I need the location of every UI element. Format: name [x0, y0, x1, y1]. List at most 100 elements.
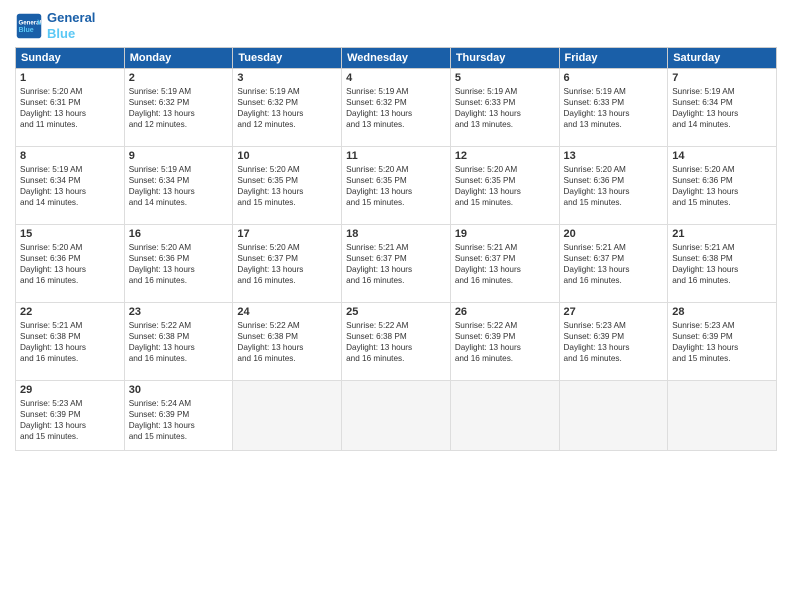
table-row: 26 Sunrise: 5:22 AMSunset: 6:39 PMDayligh… [450, 303, 559, 381]
header-sunday: Sunday [16, 48, 125, 69]
day-number: 5 [455, 72, 555, 84]
day-info: Sunrise: 5:19 AMSunset: 6:34 PMDaylight:… [20, 164, 120, 208]
day-info: Sunrise: 5:19 AMSunset: 6:32 PMDaylight:… [129, 86, 229, 130]
table-row: 16 Sunrise: 5:20 AMSunset: 6:36 PMDayligh… [124, 225, 233, 303]
table-row: 15Sunrise: 5:20 AMSunset: 6:36 PMDayligh… [16, 225, 125, 303]
page-header: General Blue General Blue [15, 10, 777, 41]
day-number: 1 [20, 72, 120, 84]
table-row: 2 Sunrise: 5:19 AMSunset: 6:32 PMDaylight… [124, 69, 233, 147]
day-number: 25 [346, 306, 446, 318]
table-row: 18 Sunrise: 5:21 AMSunset: 6:37 PMDayligh… [342, 225, 451, 303]
table-row: 30Sunrise: 5:24 AMSunset: 6:39 PMDayligh… [124, 381, 233, 451]
day-info: Sunrise: 5:20 AMSunset: 6:36 PMDaylight:… [129, 242, 229, 286]
table-row: 27 Sunrise: 5:23 AMSunset: 6:39 PMDayligh… [559, 303, 668, 381]
table-row: 29Sunrise: 5:23 AMSunset: 6:39 PMDayligh… [16, 381, 125, 451]
day-info: Sunrise: 5:19 AMSunset: 6:32 PMDaylight:… [346, 86, 446, 130]
table-row: 13 Sunrise: 5:20 AMSunset: 6:36 PMDayligh… [559, 147, 668, 225]
table-row: 4 Sunrise: 5:19 AMSunset: 6:32 PMDaylight… [342, 69, 451, 147]
day-number: 6 [564, 72, 664, 84]
day-number: 11 [346, 150, 446, 162]
calendar-week-row: 29Sunrise: 5:23 AMSunset: 6:39 PMDayligh… [16, 381, 777, 451]
day-info: Sunrise: 5:23 AMSunset: 6:39 PMDaylight:… [564, 320, 664, 364]
table-row: 1 Sunrise: 5:20 AMSunset: 6:31 PMDaylight… [16, 69, 125, 147]
day-number: 2 [129, 72, 229, 84]
day-info: Sunrise: 5:21 AMSunset: 6:37 PMDaylight:… [564, 242, 664, 286]
day-number: 14 [672, 150, 772, 162]
logo-icon: General Blue [15, 12, 43, 40]
calendar-week-row: 8 Sunrise: 5:19 AMSunset: 6:34 PMDaylight… [16, 147, 777, 225]
svg-text:Blue: Blue [19, 27, 34, 34]
day-number: 20 [564, 228, 664, 240]
table-row: 5 Sunrise: 5:19 AMSunset: 6:33 PMDaylight… [450, 69, 559, 147]
header-tuesday: Tuesday [233, 48, 342, 69]
calendar-header-row: Sunday Monday Tuesday Wednesday Thursday… [16, 48, 777, 69]
day-info: Sunrise: 5:20 AMSunset: 6:31 PMDaylight:… [20, 86, 120, 130]
header-wednesday: Wednesday [342, 48, 451, 69]
day-number: 19 [455, 228, 555, 240]
table-row [559, 381, 668, 451]
day-number: 4 [346, 72, 446, 84]
table-row: 28 Sunrise: 5:23 AMSunset: 6:39 PMDayligh… [668, 303, 777, 381]
day-info: Sunrise: 5:22 AMSunset: 6:38 PMDaylight:… [237, 320, 337, 364]
day-number: 22 [20, 306, 120, 318]
table-row: 8 Sunrise: 5:19 AMSunset: 6:34 PMDaylight… [16, 147, 125, 225]
calendar-week-row: 15Sunrise: 5:20 AMSunset: 6:36 PMDayligh… [16, 225, 777, 303]
table-row: 24 Sunrise: 5:22 AMSunset: 6:38 PMDayligh… [233, 303, 342, 381]
day-info: Sunrise: 5:23 AMSunset: 6:39 PMDaylight:… [672, 320, 772, 364]
day-info: Sunrise: 5:20 AMSunset: 6:36 PMDaylight:… [20, 242, 120, 286]
table-row: 21Sunrise: 5:21 AMSunset: 6:38 PMDayligh… [668, 225, 777, 303]
table-row [342, 381, 451, 451]
logo: General Blue General Blue [15, 10, 95, 41]
day-number: 27 [564, 306, 664, 318]
day-info: Sunrise: 5:21 AMSunset: 6:37 PMDaylight:… [455, 242, 555, 286]
day-number: 28 [672, 306, 772, 318]
day-info: Sunrise: 5:22 AMSunset: 6:39 PMDaylight:… [455, 320, 555, 364]
day-number: 8 [20, 150, 120, 162]
day-info: Sunrise: 5:19 AMSunset: 6:34 PMDaylight:… [672, 86, 772, 130]
day-info: Sunrise: 5:19 AMSunset: 6:32 PMDaylight:… [237, 86, 337, 130]
header-friday: Friday [559, 48, 668, 69]
day-number: 3 [237, 72, 337, 84]
day-info: Sunrise: 5:19 AMSunset: 6:33 PMDaylight:… [564, 86, 664, 130]
day-number: 23 [129, 306, 229, 318]
day-number: 17 [237, 228, 337, 240]
day-info: Sunrise: 5:19 AMSunset: 6:33 PMDaylight:… [455, 86, 555, 130]
table-row: 6 Sunrise: 5:19 AMSunset: 6:33 PMDaylight… [559, 69, 668, 147]
day-info: Sunrise: 5:22 AMSunset: 6:38 PMDaylight:… [346, 320, 446, 364]
day-number: 16 [129, 228, 229, 240]
calendar-table: Sunday Monday Tuesday Wednesday Thursday… [15, 47, 777, 451]
logo-text: General Blue [47, 10, 95, 41]
day-info: Sunrise: 5:20 AMSunset: 6:37 PMDaylight:… [237, 242, 337, 286]
day-info: Sunrise: 5:19 AMSunset: 6:34 PMDaylight:… [129, 164, 229, 208]
day-info: Sunrise: 5:20 AMSunset: 6:36 PMDaylight:… [564, 164, 664, 208]
day-number: 26 [455, 306, 555, 318]
day-info: Sunrise: 5:20 AMSunset: 6:35 PMDaylight:… [237, 164, 337, 208]
table-row: 20 Sunrise: 5:21 AMSunset: 6:37 PMDayligh… [559, 225, 668, 303]
day-number: 13 [564, 150, 664, 162]
table-row: 25 Sunrise: 5:22 AMSunset: 6:38 PMDayligh… [342, 303, 451, 381]
table-row: 23Sunrise: 5:22 AMSunset: 6:38 PMDayligh… [124, 303, 233, 381]
table-row [450, 381, 559, 451]
table-row [668, 381, 777, 451]
table-row: 22 Sunrise: 5:21 AMSunset: 6:38 PMDayligh… [16, 303, 125, 381]
calendar-week-row: 1 Sunrise: 5:20 AMSunset: 6:31 PMDaylight… [16, 69, 777, 147]
table-row: 10 Sunrise: 5:20 AMSunset: 6:35 PMDayligh… [233, 147, 342, 225]
day-info: Sunrise: 5:20 AMSunset: 6:35 PMDaylight:… [346, 164, 446, 208]
table-row: 11 Sunrise: 5:20 AMSunset: 6:35 PMDayligh… [342, 147, 451, 225]
day-number: 7 [672, 72, 772, 84]
day-info: Sunrise: 5:21 AMSunset: 6:37 PMDaylight:… [346, 242, 446, 286]
day-number: 12 [455, 150, 555, 162]
day-number: 18 [346, 228, 446, 240]
table-row: 17 Sunrise: 5:20 AMSunset: 6:37 PMDayligh… [233, 225, 342, 303]
day-info: Sunrise: 5:21 AMSunset: 6:38 PMDaylight:… [20, 320, 120, 364]
header-saturday: Saturday [668, 48, 777, 69]
table-row: 7 Sunrise: 5:19 AMSunset: 6:34 PMDaylight… [668, 69, 777, 147]
day-info: Sunrise: 5:24 AMSunset: 6:39 PMDaylight:… [129, 398, 229, 442]
table-row: 9Sunrise: 5:19 AMSunset: 6:34 PMDaylight… [124, 147, 233, 225]
day-number: 10 [237, 150, 337, 162]
header-thursday: Thursday [450, 48, 559, 69]
calendar-week-row: 22 Sunrise: 5:21 AMSunset: 6:38 PMDayligh… [16, 303, 777, 381]
table-row: 14Sunrise: 5:20 AMSunset: 6:36 PMDayligh… [668, 147, 777, 225]
day-info: Sunrise: 5:23 AMSunset: 6:39 PMDaylight:… [20, 398, 120, 442]
day-number: 24 [237, 306, 337, 318]
